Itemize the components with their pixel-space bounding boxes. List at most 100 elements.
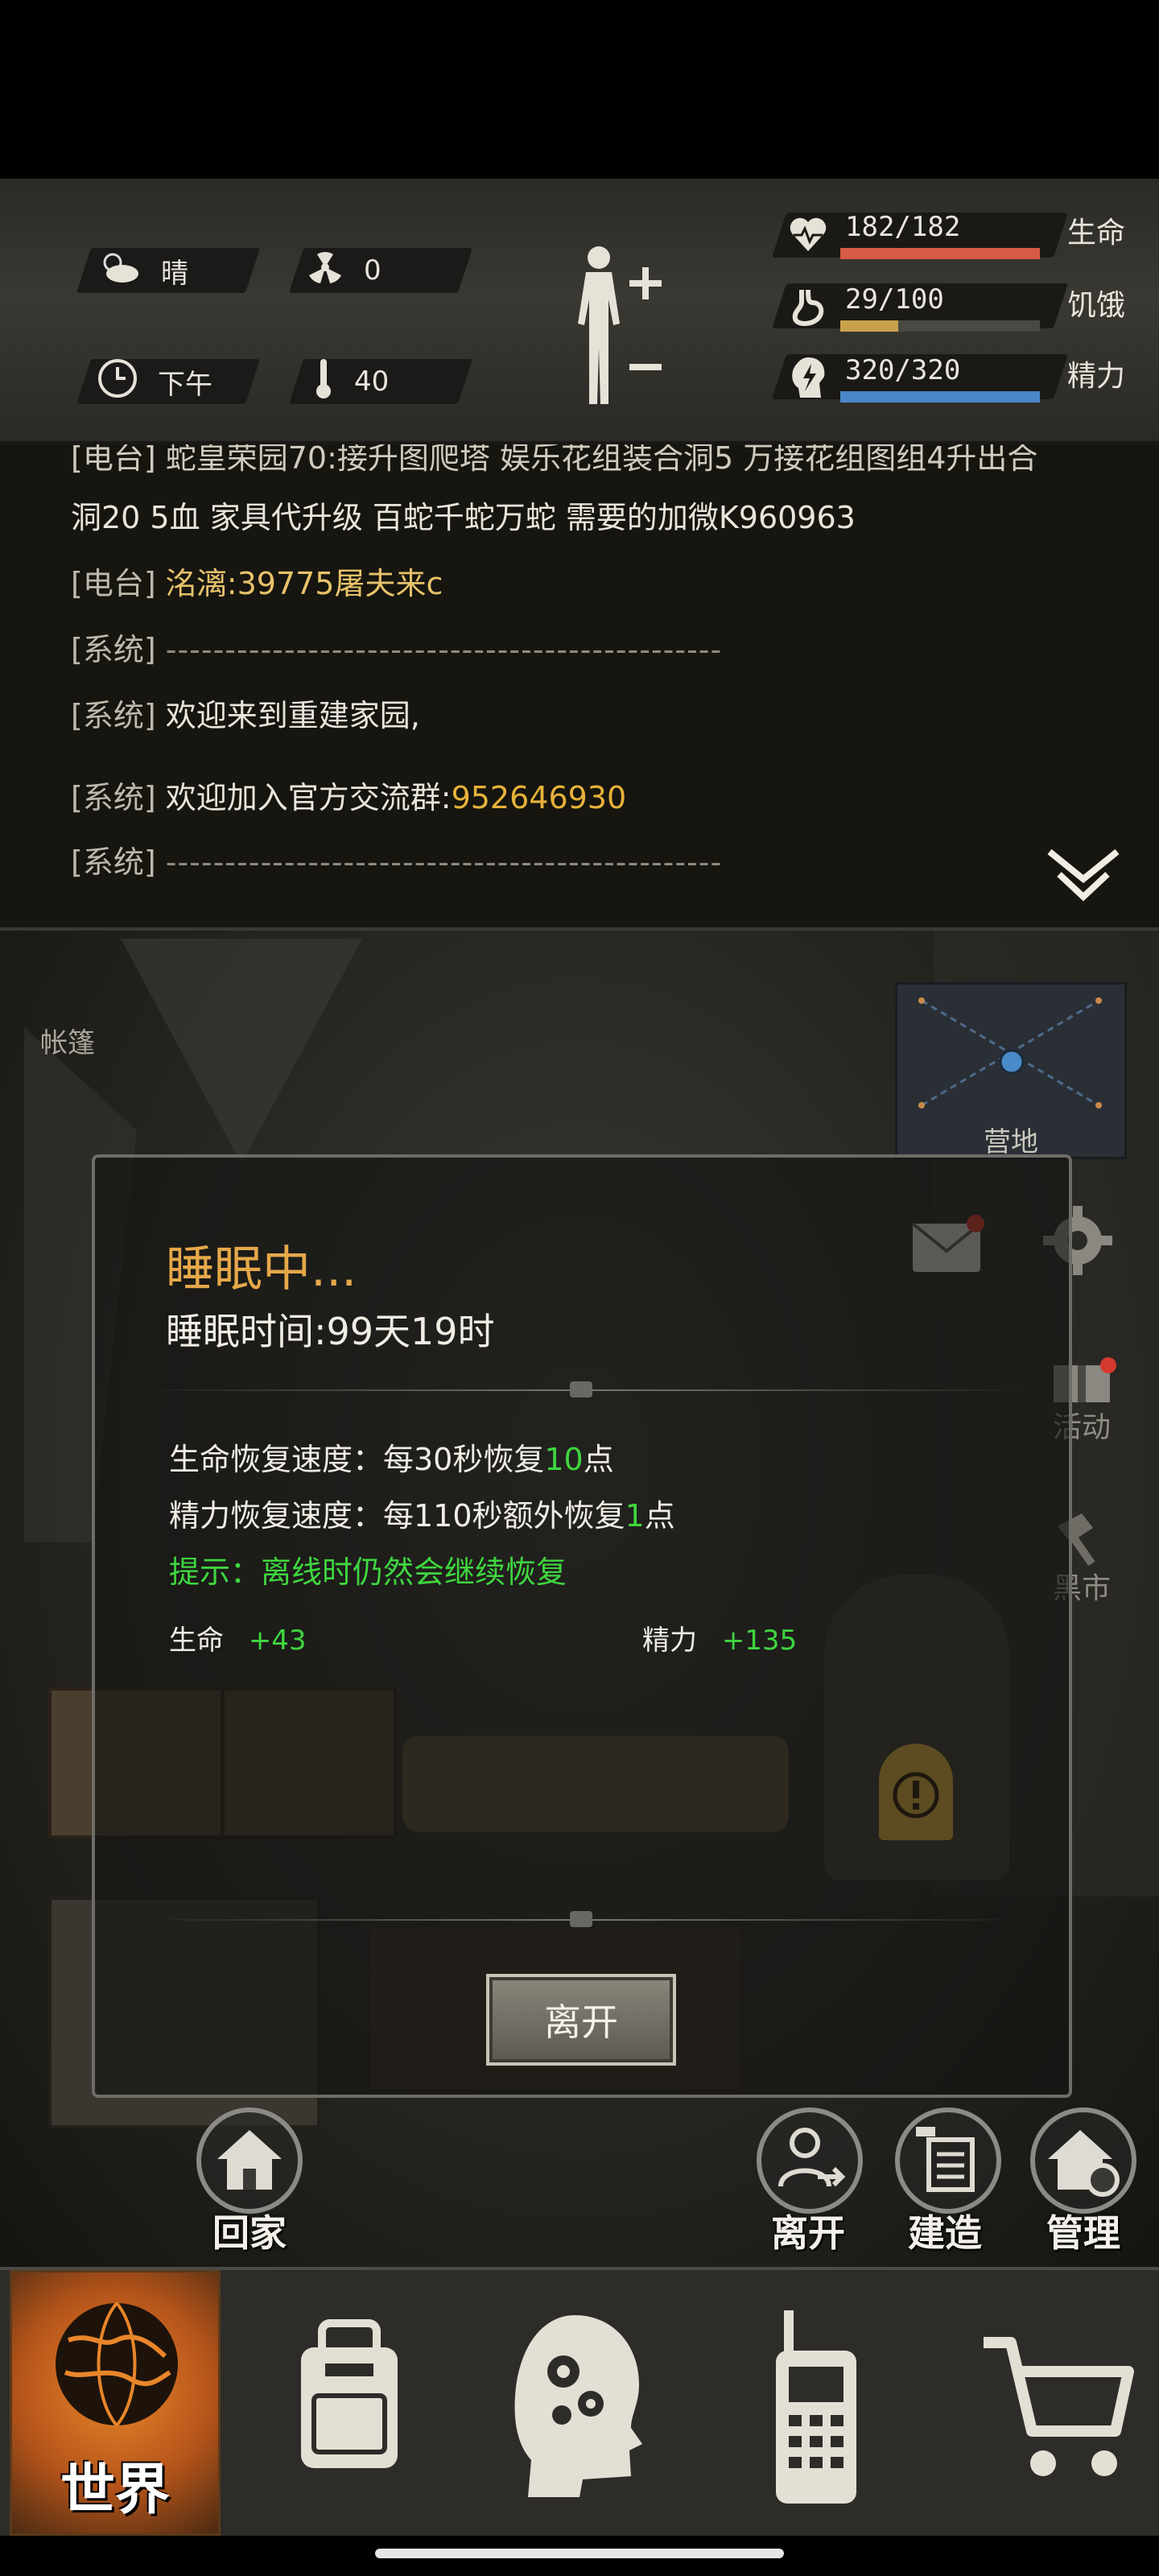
chat-line: [系统] 欢迎来到重建家园, <box>71 691 420 735</box>
tent-flap <box>121 939 362 1164</box>
heart-pulse-icon <box>787 214 829 259</box>
hunger-bar-fill <box>840 320 898 332</box>
minimap-label: 营地 <box>984 1126 1038 1158</box>
hunger-value: 29/100 <box>845 283 944 316</box>
leave-area-label: 离开 <box>771 2211 845 2255</box>
chat-tag: [系统] <box>71 780 156 815</box>
chat-tag: [系统] <box>71 632 156 667</box>
chat-line: [系统] -----------------------------------… <box>71 837 722 881</box>
build-button[interactable] <box>895 2107 1001 2214</box>
health-gain-label: 生命 <box>169 1624 224 1657</box>
nav-world-label: 世界 <box>60 2458 170 2522</box>
radiation-icon <box>306 248 344 294</box>
health-value: 182/182 <box>845 211 961 243</box>
health-regen-suffix: 点 <box>583 1442 614 1477</box>
chat-text: 欢迎来到重建家园, <box>165 698 420 733</box>
time-of-day-value: 下午 <box>158 368 212 401</box>
person-exit-icon <box>778 2128 846 2187</box>
radiation-indicator[interactable]: 0 <box>306 248 382 293</box>
chat-line: 洞20 5血 家具代升级 百蛇千蛇万蛇 需要的加微K960963 <box>71 500 856 535</box>
energy-bar <box>840 391 1040 402</box>
stomach-icon <box>790 287 826 330</box>
clock-icon <box>97 357 138 407</box>
temperature-indicator[interactable]: 40 <box>312 358 390 404</box>
house-gear-icon <box>1048 2130 1120 2197</box>
chat-divider: ----------------------------------------… <box>165 844 723 880</box>
energy-value: 320/320 <box>845 354 961 386</box>
globe-icon <box>56 2301 178 2427</box>
time-indicator[interactable]: 下午 <box>97 357 212 407</box>
leave-area-button[interactable] <box>757 2107 863 2214</box>
health-bar <box>840 248 1040 259</box>
hunger-label: 饥饿 <box>1067 289 1126 322</box>
thermometer-icon <box>312 356 335 408</box>
chat-text: 欢迎加入官方交流群: <box>165 780 452 815</box>
chat-speaker[interactable]: 洺漓 <box>166 566 227 601</box>
radio-walkie-icon <box>776 2310 856 2504</box>
chat-line: [电台] 洺漓:39775屠夫来c <box>71 559 443 603</box>
hunger-bar <box>840 320 1040 332</box>
nav-skills[interactable] <box>475 2270 691 2536</box>
home-indicator[interactable] <box>375 2549 784 2558</box>
temperature-value: 40 <box>354 365 390 398</box>
health-gain-row: 生命 +43 <box>169 1618 307 1657</box>
energy-bar-fill <box>840 391 1040 402</box>
manage-label: 管理 <box>1046 2211 1120 2255</box>
energy-regen-suffix: 点 <box>644 1498 675 1534</box>
chat-tag: [系统] <box>71 844 156 880</box>
radiation-value: 0 <box>364 254 382 287</box>
energy-gain-label: 精力 <box>642 1624 697 1657</box>
nav-radio[interactable] <box>716 2270 932 2536</box>
chat-tag: [系统] <box>71 698 156 733</box>
chat-divider: ----------------------------------------… <box>165 632 723 667</box>
chat-tag: [电台] <box>71 566 156 601</box>
leave-button[interactable]: 离开 <box>486 1974 676 2066</box>
nav-backpack[interactable] <box>241 2270 457 2536</box>
bottom-nav: 世界 <box>0 2267 1159 2536</box>
status-bar: 晴 0 下午 40 182/182 生命 29/100 饥饿 320/320 精… <box>0 179 1159 444</box>
offline-hint: 提示：离线时仍然会继续恢复 <box>169 1554 567 1590</box>
brain-gears-icon <box>514 2315 642 2497</box>
nav-shop[interactable] <box>943 2270 1159 2536</box>
house-icon <box>217 2130 282 2190</box>
energy-regen-prefix: 精力恢复速度：每110秒额外恢复 <box>169 1498 625 1534</box>
energy-gain-value: +135 <box>721 1624 798 1657</box>
health-gain-value: +43 <box>248 1624 307 1657</box>
chat-text: :39775屠夫来c <box>226 566 443 601</box>
health-regen-prefix: 生命恢复速度：每30秒恢复 <box>169 1442 545 1477</box>
divider-ornament <box>570 1381 592 1397</box>
home-label: 回家 <box>212 2211 287 2255</box>
weather-indicator[interactable]: 晴 <box>97 248 188 293</box>
weather-value: 晴 <box>161 257 188 290</box>
nav-world[interactable]: 世界 <box>10 2270 221 2536</box>
lightning-head-icon <box>789 356 827 404</box>
backpack-icon <box>301 2319 398 2468</box>
health-bar-fill <box>840 248 1040 259</box>
chat-line: [系统] 欢迎加入官方交流群:952646930 <box>71 773 626 817</box>
human-body-icon[interactable] <box>563 243 668 415</box>
energy-label: 精力 <box>1067 360 1126 393</box>
sleep-time: 睡眠时间:99天19时 <box>166 1310 495 1353</box>
cloud-sun-icon <box>97 248 142 294</box>
energy-regen-amount: 1 <box>625 1498 645 1534</box>
health-regen-line: 生命恢复速度：每30秒恢复10点 <box>169 1435 614 1479</box>
divider-ornament <box>570 1911 592 1927</box>
build-label: 建造 <box>908 2211 982 2255</box>
health-label: 生命 <box>1067 217 1126 250</box>
energy-regen-line: 精力恢复速度：每110秒额外恢复1点 <box>169 1491 675 1535</box>
energy-gain-row: 精力 +135 <box>642 1618 797 1657</box>
double-chevron-down-icon[interactable] <box>1046 847 1120 906</box>
chat-line: [系统] -----------------------------------… <box>71 625 722 669</box>
health-regen-amount: 10 <box>544 1442 584 1477</box>
shopping-cart-icon <box>984 2337 1134 2476</box>
modal-title: 睡眠中... <box>166 1241 357 1298</box>
chat-line-clipped: [电台] 蛇皇荣园70:接升图爬塔 娱乐花组装合洞5 万接花组图组4升出合 <box>71 444 1038 476</box>
minimap[interactable]: 营地 <box>895 982 1127 1159</box>
manage-button[interactable] <box>1030 2107 1136 2214</box>
sleep-modal: 睡眠中... 睡眠时间:99天19时 生命恢复速度：每30秒恢复10点 精力恢复… <box>92 1154 1072 2098</box>
location-label: 帐篷 <box>40 1027 95 1059</box>
home-button[interactable] <box>196 2107 303 2214</box>
chat-log[interactable]: [电台] 蛇皇荣园70:接升图爬塔 娱乐花组装合洞5 万接花组图组4升出合 洞2… <box>0 444 1159 931</box>
group-number[interactable]: 952646930 <box>452 780 627 815</box>
build-icon <box>916 2127 975 2192</box>
